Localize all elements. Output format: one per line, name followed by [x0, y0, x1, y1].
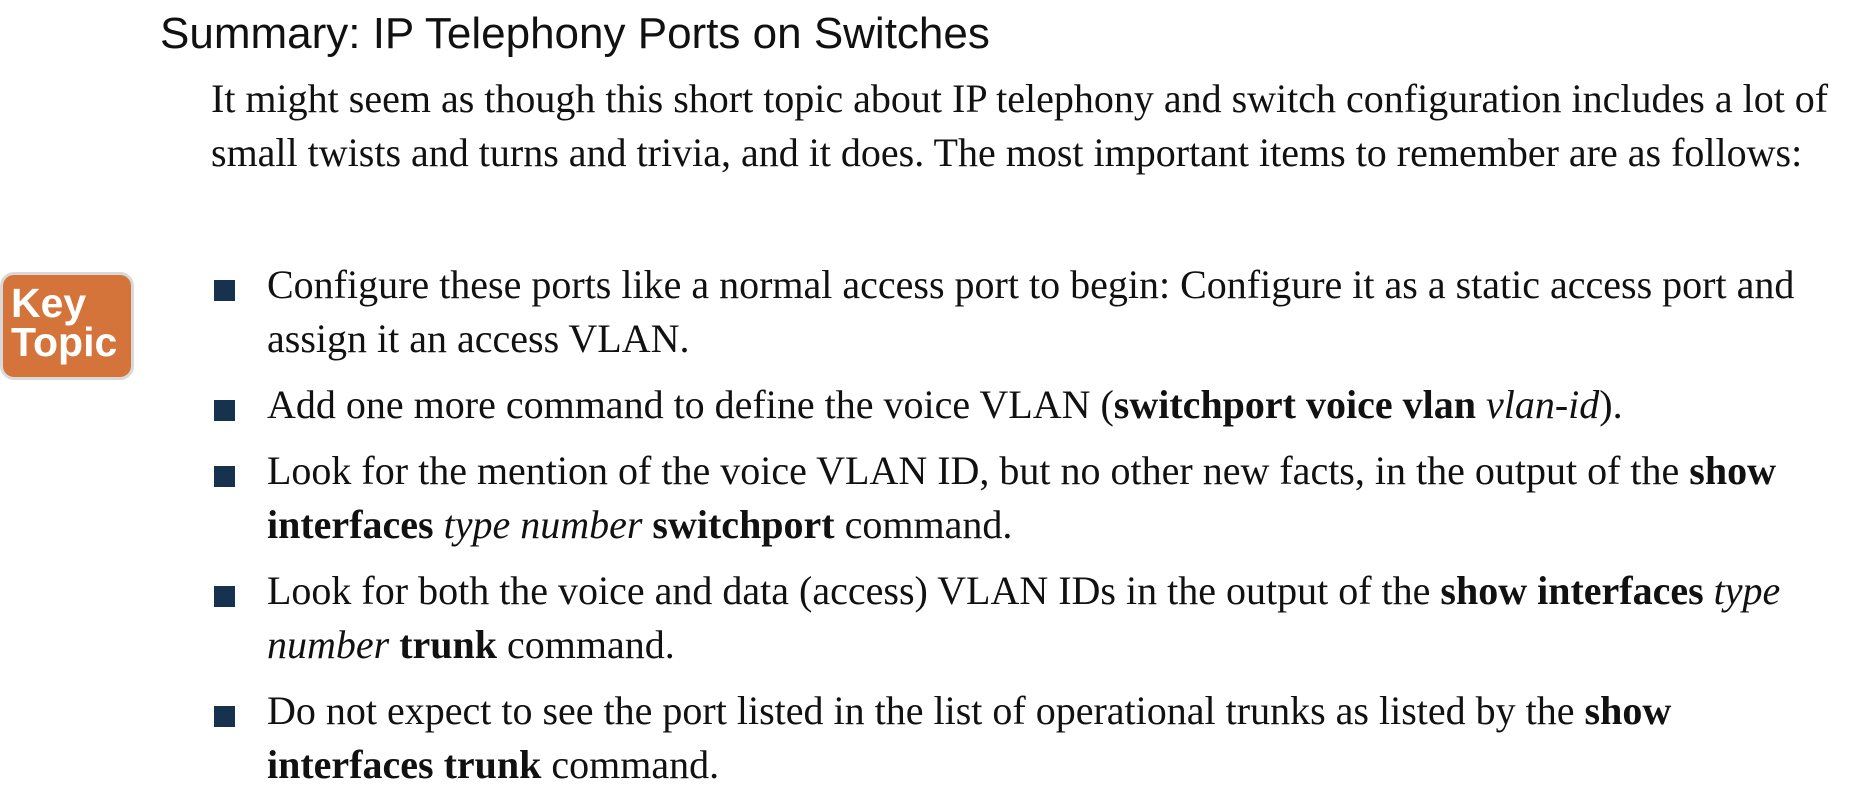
bullet-square-icon [214, 586, 235, 607]
list-item-text-run: switchport voice vlan [1113, 382, 1476, 427]
key-points-list: Configure these ports like a normal acce… [211, 258, 1841, 804]
list-item: Do not expect to see the port listed in … [211, 684, 1841, 792]
list-item-text-run [1476, 382, 1486, 427]
list-item: Look for the mention of the voice VLAN I… [211, 444, 1841, 552]
list-item-text-run: Look for both the voice and data (access… [267, 568, 1441, 613]
list-item-text-run: trunk [399, 622, 498, 667]
list-item-text-run: type number [443, 502, 643, 547]
list-item-text-run: command. [541, 742, 720, 787]
list-item-text-run: switchport [652, 502, 835, 547]
key-topic-label-line1: Key [11, 280, 87, 326]
list-item-text-run [1704, 568, 1714, 613]
list-item-text-run: ). [1599, 382, 1623, 427]
list-item-text-run: command. [834, 502, 1013, 547]
list-item-text-run: show interfaces [1440, 568, 1704, 613]
intro-paragraph: It might seem as though this short topic… [211, 76, 1829, 175]
list-item: Add one more command to define the voice… [211, 378, 1841, 432]
section-heading: Summary: IP Telephony Ports on Switches [160, 9, 990, 58]
list-item: Look for both the voice and data (access… [211, 564, 1841, 672]
list-item-text-run: Add one more command to define the voice… [267, 382, 1114, 427]
list-item-text-run [389, 622, 399, 667]
list-item-text-run: Do not expect to see the port listed in … [267, 688, 1585, 733]
list-item-text-run: Configure these ports like a normal acce… [267, 262, 1795, 361]
bullet-square-icon [214, 280, 235, 301]
list-item-text-run [434, 502, 444, 547]
list-item: Configure these ports like a normal acce… [211, 258, 1841, 366]
list-item-text-run: vlan-id [1485, 382, 1600, 427]
key-topic-badge: Key Topic [0, 272, 134, 380]
key-topic-label-line2: Topic [11, 319, 118, 365]
bullet-square-icon [214, 400, 235, 421]
list-item-text-run [642, 502, 652, 547]
list-item-text-run: command. [497, 622, 675, 667]
bullet-square-icon [214, 706, 235, 727]
list-item-text-run: Look for the mention of the voice VLAN I… [267, 448, 1690, 493]
bullet-square-icon [214, 466, 235, 487]
